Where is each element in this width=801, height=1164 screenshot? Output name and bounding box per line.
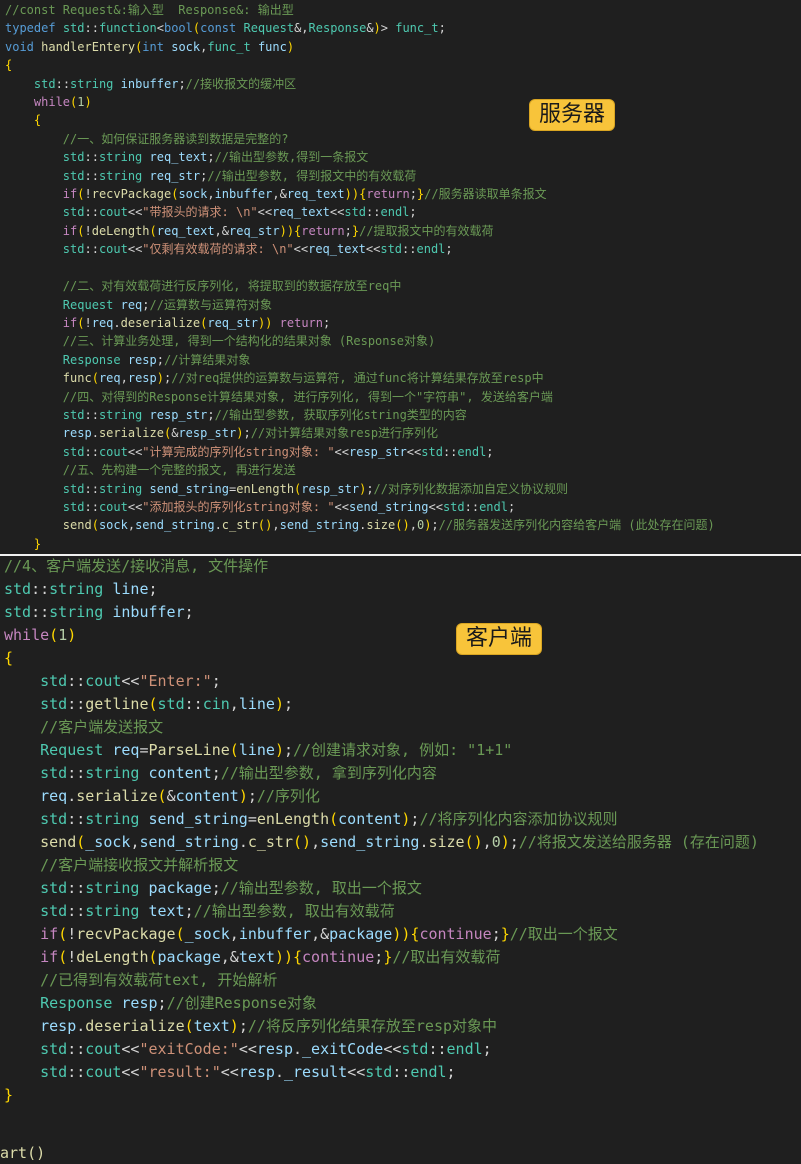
code-line: func(req,resp);//对req提供的运算数与运算符, 通过func将… [62,371,544,386]
code-line: { [5,58,13,73]
code-line: void handlerEntery(int sock,func_t func) [5,39,295,54]
code-line: std::cout<<"result:"<<resp._result<<std:… [40,1063,456,1081]
code-line: std::cout<<"仅剩有效载荷的请求: \n"<<req_text<<st… [62,242,453,257]
code-line: std::string inbuffer;//接收报文的缓冲区 [33,76,297,91]
code-line: if(!deLength(req_text,&req_str)){return;… [62,223,494,238]
client-code-block: //4、客户端发送/接收消息, 文件操作std::string line;std… [4,556,759,1107]
code-line: send(_sock,send_string.c_str(),send_stri… [40,833,759,851]
code-line: //四、对得到的Response计算结果对象, 进行序列化, 得到一个"字符串"… [62,389,553,404]
client-label: 客户端 [457,624,542,654]
server-label: 服务器 [530,100,615,130]
server-code-block: //const Request&:输入型 Response&: 输出型 typed… [5,1,715,553]
code-line: std::cout<<"带报头的请求: \n"<<req_text<<std::… [62,205,417,220]
code-line: std::string send_string=enLength(content… [40,810,618,828]
code-line: //4、客户端发送/接收消息, 文件操作 [4,557,269,575]
code-line: //客户端发送报文 [40,718,164,736]
code-line: std::string resp_str;//输出型参数, 获取序列化strin… [62,407,467,422]
code-line: Response resp;//计算结果对象 [62,352,251,367]
code-line: std::cout<<"exitCode:"<<resp._exitCode<<… [40,1040,492,1058]
code-line: std::string send_string=enLength(resp_st… [62,481,568,496]
code-line: std::string req_text;//输出型参数,得到一条报文 [62,150,369,165]
code-line: Response resp;//创建Response对象 [40,994,317,1012]
code-line: std::string inbuffer; [4,603,194,621]
code-line: Request req=ParseLine(line);//创建请求对象, 例如… [40,741,513,759]
code-line: while(1) [4,626,77,644]
code-line: std::getline(std::cin,line); [40,695,293,713]
code-line: } [33,536,42,551]
code-line: //客户端接收报文并解析报文 [40,856,239,874]
code-line: std::cout<<"添加报头的序列化string对象: "<<send_st… [62,499,516,514]
code-line: typedef std::function<bool(const Request… [5,21,446,36]
trailing-code-fragment: art() [0,1144,46,1162]
code-line: //三、计算业务处理, 得到一个结构化的结果对象 (Response对象) [62,334,436,349]
client-code-panel: //4、客户端发送/接收消息, 文件操作std::string line;std… [0,556,801,1164]
code-line: std::string package;//输出型参数, 取出一个报文 [40,879,422,897]
code-line: //二、对有效载荷进行反序列化, 将提取到的数据存放至req中 [62,279,402,294]
code-line: std::string text;//输出型参数, 取出有效载荷 [40,902,395,920]
code-line: //const Request&:输入型 Response&: 输出型 [5,3,294,17]
code-line: //一、如何保证服务器读到数据是完整的? [62,131,289,146]
code-line: req.serialize(&content);//序列化 [40,787,320,805]
code-line: resp.deserialize(text);//将反序列化结果存放至resp对… [40,1017,498,1035]
code-line: if(!recvPackage(_sock,inbuffer,&package)… [40,925,618,943]
code-line: //五、先构建一个完整的报文, 再进行发送 [62,463,296,478]
code-line: if(!deLength(package,&text)){continue;}/… [40,948,501,966]
code-line: std::cout<<"计算完成的序列化string对象: "<<resp_st… [62,444,494,459]
code-line: Request req;//运算数与运算符对象 [62,297,272,312]
code-line: if(!recvPackage(sock,inbuffer,&req_text)… [62,187,547,202]
code-line: if(!req.deserialize(req_str)) return; [62,315,331,330]
code-line: //已得到有效载荷text, 开始解析 [40,971,278,989]
code-line: std::string line; [4,580,158,598]
code-line: std::string content;//输出型参数, 拿到序列化内容 [40,764,437,782]
code-line: resp.serialize(&resp_str);//对计算结果对象resp进… [62,426,439,441]
code-line: } [4,1086,14,1104]
code-line: std::string req_str;//输出型参数, 得到报文中的有效载荷 [62,168,417,183]
code-line: send(sock,send_string.c_str(),send_strin… [62,518,715,533]
code-line: { [4,649,14,667]
code-line: std::cout<<"Enter:"; [40,672,221,690]
server-code-panel: //const Request&:输入型 Response&: 输出型 typed… [0,0,801,554]
